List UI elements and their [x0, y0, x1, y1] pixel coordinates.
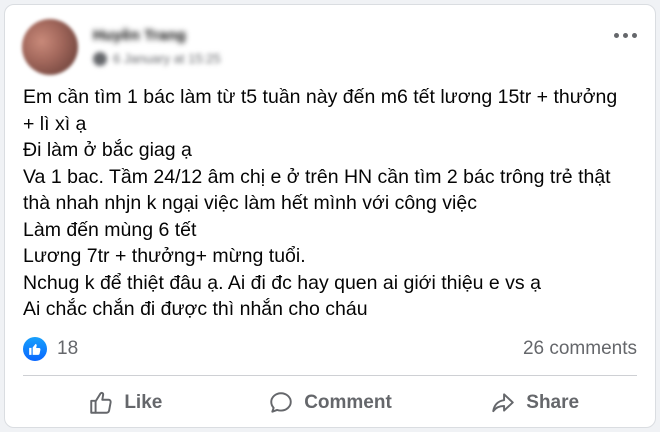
like-label: Like — [124, 392, 163, 413]
more-options-icon[interactable] — [614, 33, 637, 38]
share-arrow-icon — [492, 393, 514, 413]
post-line: Ai chắc chắn đi được thì nhắn cho cháu — [23, 298, 368, 320]
thumbs-up-icon — [90, 391, 112, 414]
reactions-summary[interactable]: 18 — [23, 337, 78, 361]
post-line: Va 1 bac. Tầm 24/12 âm chị e ở trên HN c… — [23, 165, 611, 188]
post-stats: 18 26 comments — [23, 335, 637, 363]
post-line: Nchug k để thiệt đâu ạ. Ai đi đc hay que… — [23, 271, 541, 294]
divider — [23, 375, 637, 376]
post-line: Làm đến mùng 6 tết — [23, 218, 197, 241]
post-line: Em cần tìm 1 bác làm từ t5 tuần này đến … — [23, 86, 618, 108]
post-text: Em cần tìm 1 bác làm từ t5 tuần này đến … — [23, 84, 643, 323]
comment-label: Comment — [304, 392, 392, 413]
post-line: thà nhah nhjn k ngại việc làm hết mình v… — [23, 192, 477, 214]
like-reaction-icon — [23, 337, 47, 361]
author-avatar[interactable] — [22, 19, 78, 75]
post-line: + lì xì ạ — [23, 112, 87, 135]
share-label: Share — [526, 392, 580, 413]
post-line: Lương 7tr + thưởng+ mừng tuổi. — [23, 245, 306, 267]
post-timestamp[interactable]: 6 January at 15:25 — [113, 51, 221, 66]
post-card: Huyền Trang 6 January at 15:25 Em cần tì… — [4, 4, 656, 428]
share-button[interactable]: Share — [432, 383, 637, 423]
comment-button[interactable]: Comment — [228, 383, 433, 423]
comments-count[interactable]: 26 comments — [523, 338, 637, 360]
action-bar: Like Comment Share — [23, 383, 637, 423]
comment-bubble-icon — [270, 392, 292, 413]
author-name[interactable]: Huyền Trang — [93, 27, 186, 44]
like-button[interactable]: Like — [23, 383, 228, 423]
post-meta: 6 January at 15:25 — [93, 51, 221, 66]
post-line: Đi làm ở bắc giag ạ — [23, 139, 192, 161]
audience-icon — [93, 51, 107, 66]
reaction-count: 18 — [57, 338, 79, 359]
